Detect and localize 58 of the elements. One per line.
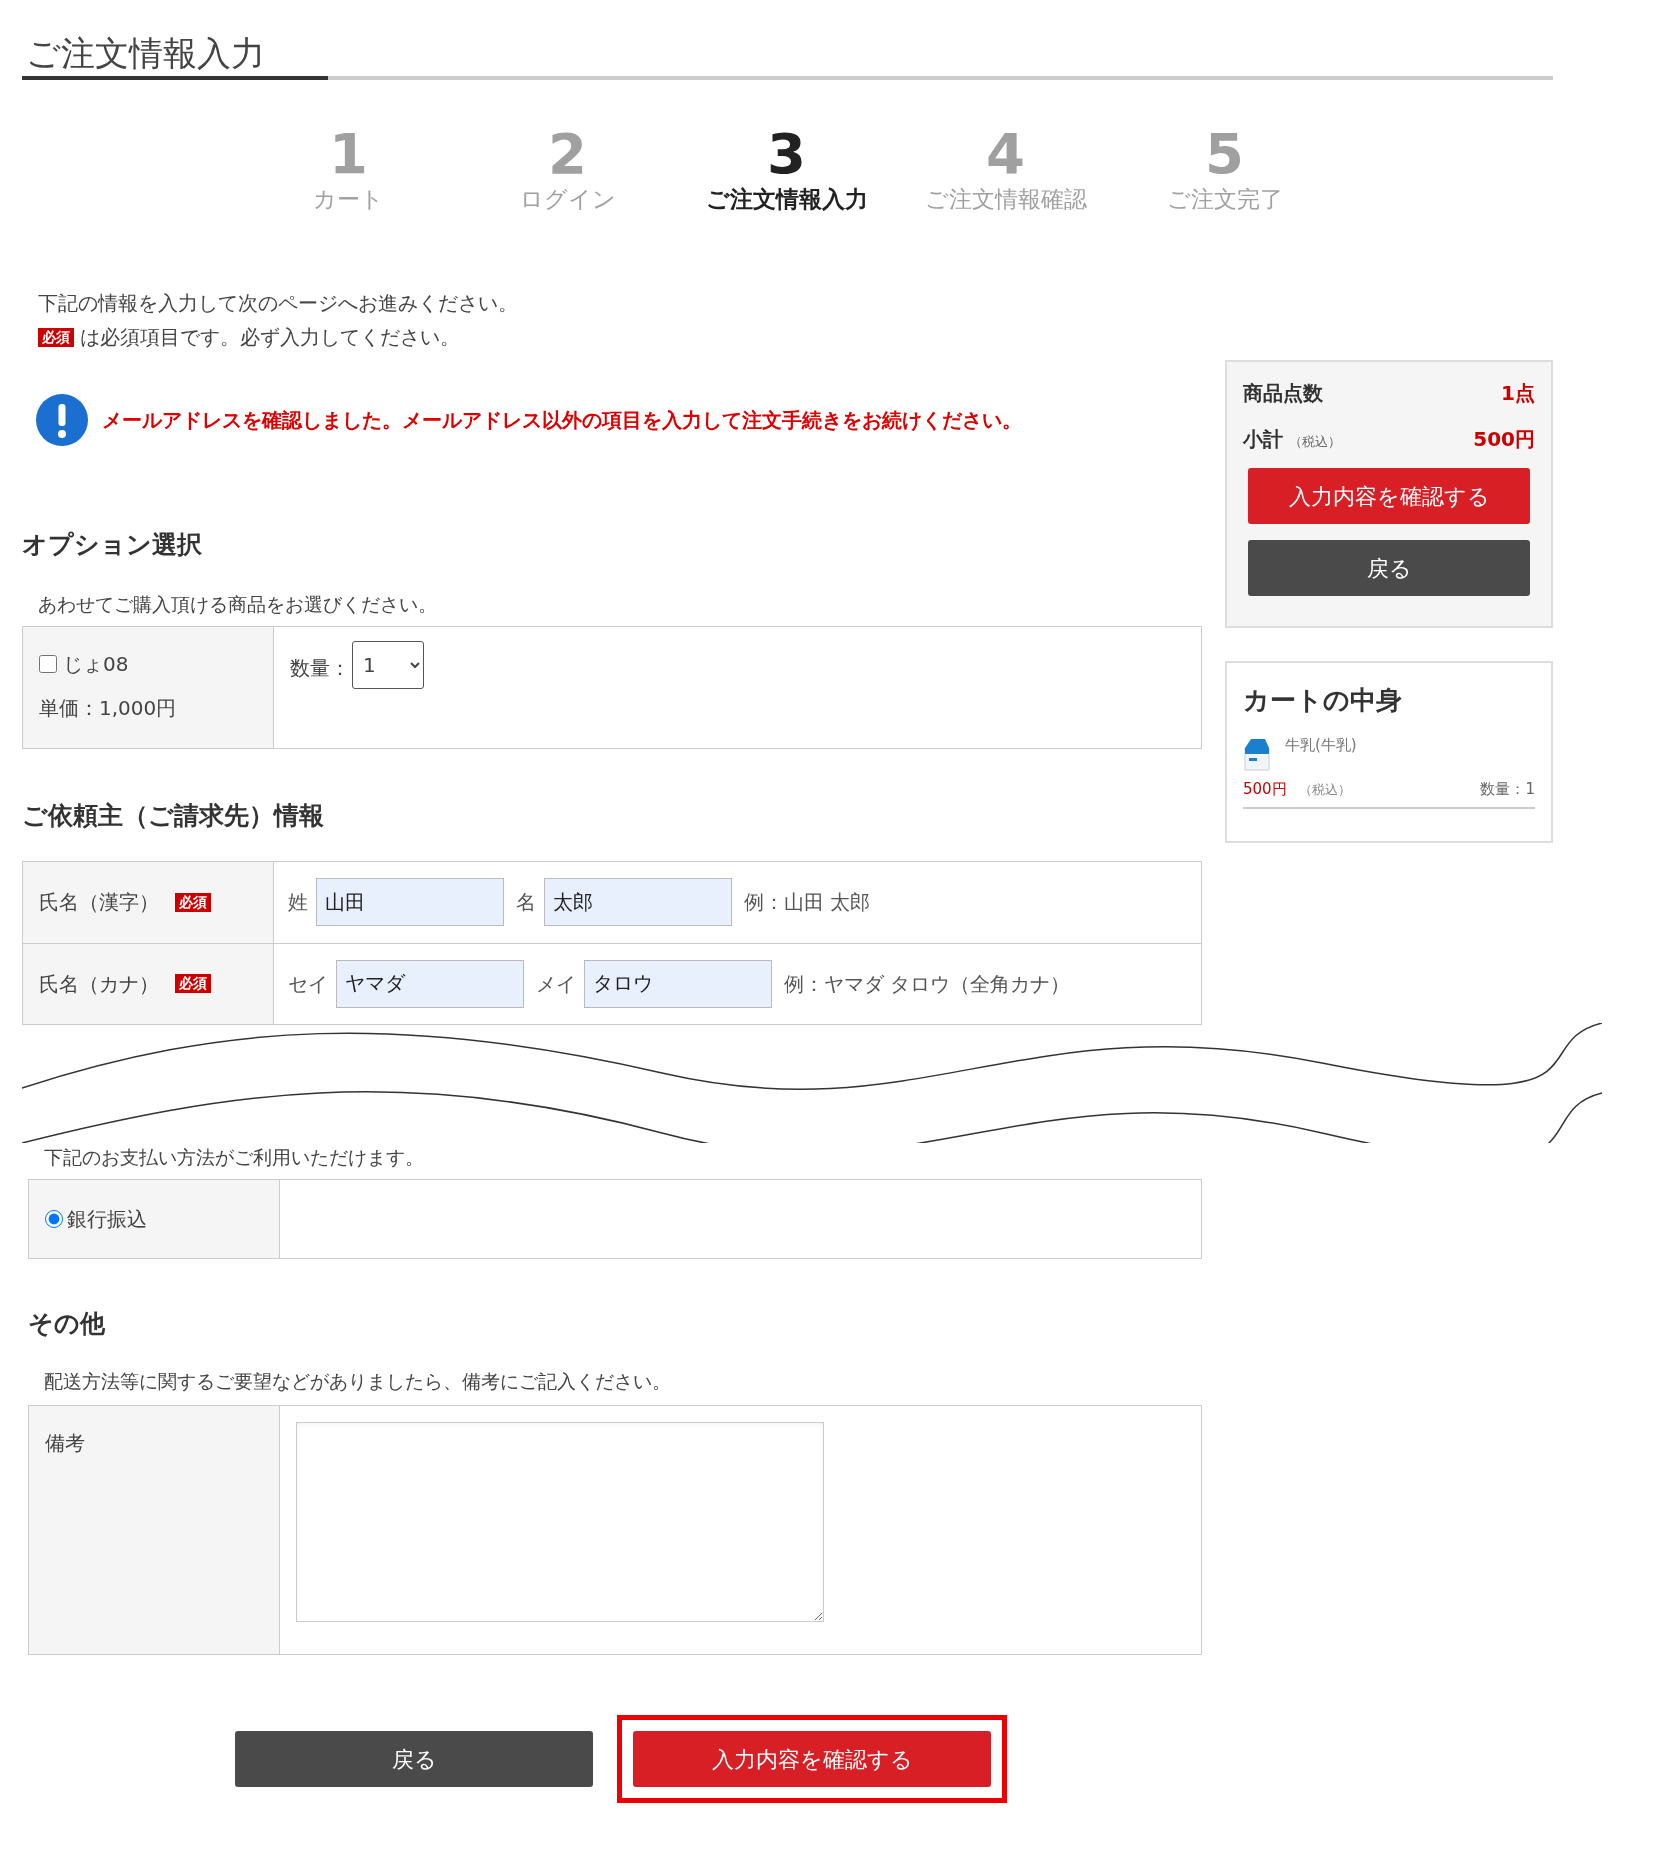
- step-number: 3: [767, 124, 806, 184]
- quantity-label: 数量：: [290, 655, 350, 682]
- example-text: 例：山田 太郎: [744, 889, 871, 916]
- required-badge: 必須: [175, 892, 211, 912]
- field-prefix: セイ: [288, 970, 328, 998]
- required-badge: 必須: [38, 327, 74, 347]
- option-name: じょ08: [63, 651, 129, 678]
- summary-label: 小計: [1243, 426, 1283, 453]
- section-heading: その他: [28, 1308, 106, 1340]
- step-label: カート: [313, 185, 384, 214]
- tax-note: （税込）: [1298, 780, 1351, 799]
- back-button[interactable]: 戻る: [235, 1731, 593, 1787]
- back-button[interactable]: 戻る: [1248, 540, 1530, 596]
- field-prefix: 名: [516, 889, 536, 916]
- section-description: 下記のお支払い方法がご利用いただけます。: [43, 1144, 425, 1170]
- section-description: あわせてご購入頂ける商品をお選びください。: [37, 591, 438, 617]
- step-number: 1: [329, 124, 368, 184]
- name-input[interactable]: 山田: [316, 878, 504, 926]
- step-label: ログイン: [519, 185, 616, 214]
- page-title: ご注文情報入力: [25, 32, 266, 75]
- field-prefix: メイ: [536, 970, 576, 998]
- name-input[interactable]: タロウ: [584, 959, 772, 1008]
- name-input[interactable]: ヤマダ: [336, 959, 524, 1008]
- cart-item-price: 500円: [1243, 779, 1287, 800]
- summary-label: 商品点数: [1243, 380, 1323, 407]
- remarks-label: 備考: [29, 1406, 280, 1654]
- quantity-select[interactable]: 1: [352, 641, 424, 689]
- field-label: 氏名（漢字）: [39, 889, 159, 916]
- field-prefix: 姓: [288, 889, 308, 916]
- section-description: 配送方法等に関するご要望などがありましたら、備考にご記入ください。: [43, 1368, 672, 1394]
- cart-item-quantity: 数量：1: [1480, 779, 1535, 800]
- confirm-button[interactable]: 入力内容を確認する: [633, 1731, 991, 1787]
- confirm-button[interactable]: 入力内容を確認する: [1248, 468, 1530, 524]
- cart-heading: カートの中身: [1243, 684, 1403, 717]
- summary-value: 1点: [1501, 380, 1535, 407]
- exclamation-icon: [36, 394, 88, 446]
- option-checkbox[interactable]: [39, 655, 57, 673]
- step-number: 5: [1205, 124, 1244, 184]
- payment-radio[interactable]: [45, 1210, 63, 1228]
- required-note: は必須項目です。必ず入力してください。: [80, 324, 460, 351]
- section-heading: オプション選択: [22, 529, 203, 561]
- unit-price: 単価：1,000円: [39, 695, 178, 722]
- step-number: 4: [986, 124, 1025, 184]
- notice-message: メールアドレスを確認しました。メールアドレス以外の項目を入力して注文手続きをお続けください。: [102, 407, 1022, 434]
- section-heading: ご依頼主（ご請求先）情報: [22, 800, 325, 832]
- name-input[interactable]: 太郎: [544, 878, 732, 926]
- cart-item-name: 牛乳(牛乳): [1285, 735, 1357, 756]
- intro-text: 下記の情報を入力して次のページへお進みください。: [38, 290, 519, 317]
- summary-value: 500円: [1473, 426, 1535, 453]
- step-label: ご注文情報確認: [924, 185, 1087, 214]
- step-label: ご注文完了: [1166, 185, 1283, 214]
- example-text: 例：ヤマダ タロウ（全角カナ）: [784, 970, 1071, 998]
- step-number: 2: [548, 124, 587, 184]
- payment-method: 銀行振込: [67, 1206, 147, 1233]
- field-label: 氏名（カナ）: [39, 970, 159, 998]
- step-label: ご注文情報入力: [705, 185, 868, 214]
- required-badge: 必須: [175, 974, 211, 993]
- tax-note: （税込）: [1289, 433, 1341, 451]
